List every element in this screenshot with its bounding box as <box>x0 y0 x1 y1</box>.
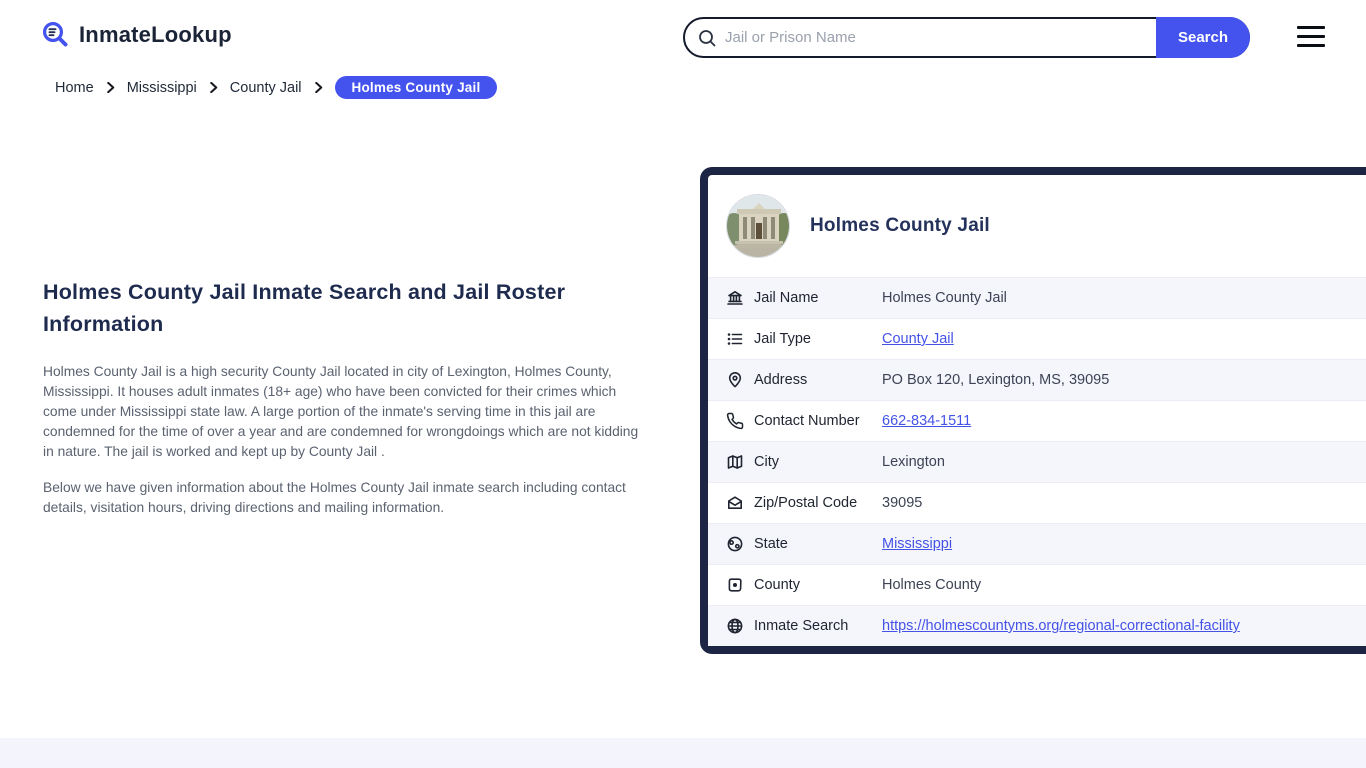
breadcrumb-current-badge: Holmes County Jail <box>334 76 498 99</box>
phone-icon <box>726 412 744 430</box>
row-label: City <box>754 454 779 470</box>
table-row-county: County Holmes County <box>708 564 1366 605</box>
row-label: Inmate Search <box>754 618 849 634</box>
table-row-contact: Contact Number 662-834-1511 <box>708 400 1366 441</box>
article-paragraph: Below we have given information about th… <box>43 480 626 515</box>
search-bar: Search <box>683 17 1250 58</box>
chevron-right-icon <box>105 82 116 93</box>
article: Holmes County Jail Inmate Search and Jai… <box>43 276 639 534</box>
jail-card-header: Holmes County Jail <box>708 175 1366 277</box>
globe-land-icon <box>726 535 744 553</box>
footer-band <box>0 738 1366 768</box>
jail-info-card: Holmes County Jail Jail Name Holmes Coun… <box>700 167 1366 654</box>
map-pin-icon <box>726 371 744 389</box>
table-row-jail-name: Jail Name Holmes County Jail <box>708 277 1366 318</box>
jail-card-title: Holmes County Jail <box>810 215 990 236</box>
row-label: Address <box>754 372 808 388</box>
courthouse-photo <box>726 194 790 258</box>
magnifier-document-icon <box>40 20 70 50</box>
table-row-city: City Lexington <box>708 441 1366 482</box>
row-label: Jail Type <box>754 331 811 347</box>
logo[interactable]: InmateLookup <box>40 20 232 50</box>
contact-number-link[interactable]: 662-834-1511 <box>882 413 971 429</box>
breadcrumb: Home Mississippi County Jail Holmes Coun… <box>55 76 498 99</box>
jail-details-table: Jail Name Holmes County Jail Jail Type C… <box>708 277 1366 646</box>
table-row-jail-type: Jail Type County Jail <box>708 318 1366 359</box>
row-label: County <box>754 577 800 593</box>
row-value: Lexington <box>882 454 945 470</box>
inmate-search-link[interactable]: https://holmescountyms.org/regional-corr… <box>882 618 1240 634</box>
logo-text: InmateLookup <box>79 22 232 47</box>
row-value: 39095 <box>882 495 923 511</box>
search-button[interactable]: Search <box>1156 17 1250 58</box>
breadcrumb-jail-type[interactable]: County Jail <box>230 80 302 96</box>
table-row-zip: Zip/Postal Code 39095 <box>708 482 1366 523</box>
row-label: Contact Number <box>754 413 860 429</box>
bank-icon <box>726 289 744 307</box>
map-icon <box>726 453 744 471</box>
search-icon <box>697 28 717 48</box>
row-label: Zip/Postal Code <box>754 495 858 511</box>
jail-type-link[interactable]: County Jail <box>882 331 954 347</box>
state-link[interactable]: Mississippi <box>882 536 952 552</box>
breadcrumb-home[interactable]: Home <box>55 80 94 96</box>
row-label: Jail Name <box>754 290 819 306</box>
hamburger-menu-icon[interactable] <box>1297 26 1325 47</box>
row-value: Holmes County <box>882 577 982 593</box>
table-row-state: State Mississippi <box>708 523 1366 564</box>
breadcrumb-state[interactable]: Mississippi <box>127 80 197 96</box>
chevron-right-icon <box>313 82 324 93</box>
page-title: Holmes County Jail Inmate Search and Jai… <box>43 280 566 336</box>
row-value: PO Box 120, Lexington, MS, 39095 <box>882 372 1110 388</box>
row-label: State <box>754 536 788 552</box>
table-row-inmate-search: Inmate Search https://holmescountyms.org… <box>708 605 1366 646</box>
list-icon <box>726 330 744 348</box>
top-header: InmateLookup Search <box>0 0 1366 74</box>
table-row-address: Address PO Box 120, Lexington, MS, 39095 <box>708 359 1366 400</box>
county-map-icon <box>726 576 744 594</box>
globe-wire-icon <box>726 617 744 635</box>
article-paragraph: Holmes County Jail is a high security Co… <box>43 364 639 459</box>
mail-icon <box>726 494 744 512</box>
chevron-right-icon <box>208 82 219 93</box>
row-value: Holmes County Jail <box>882 290 1007 306</box>
